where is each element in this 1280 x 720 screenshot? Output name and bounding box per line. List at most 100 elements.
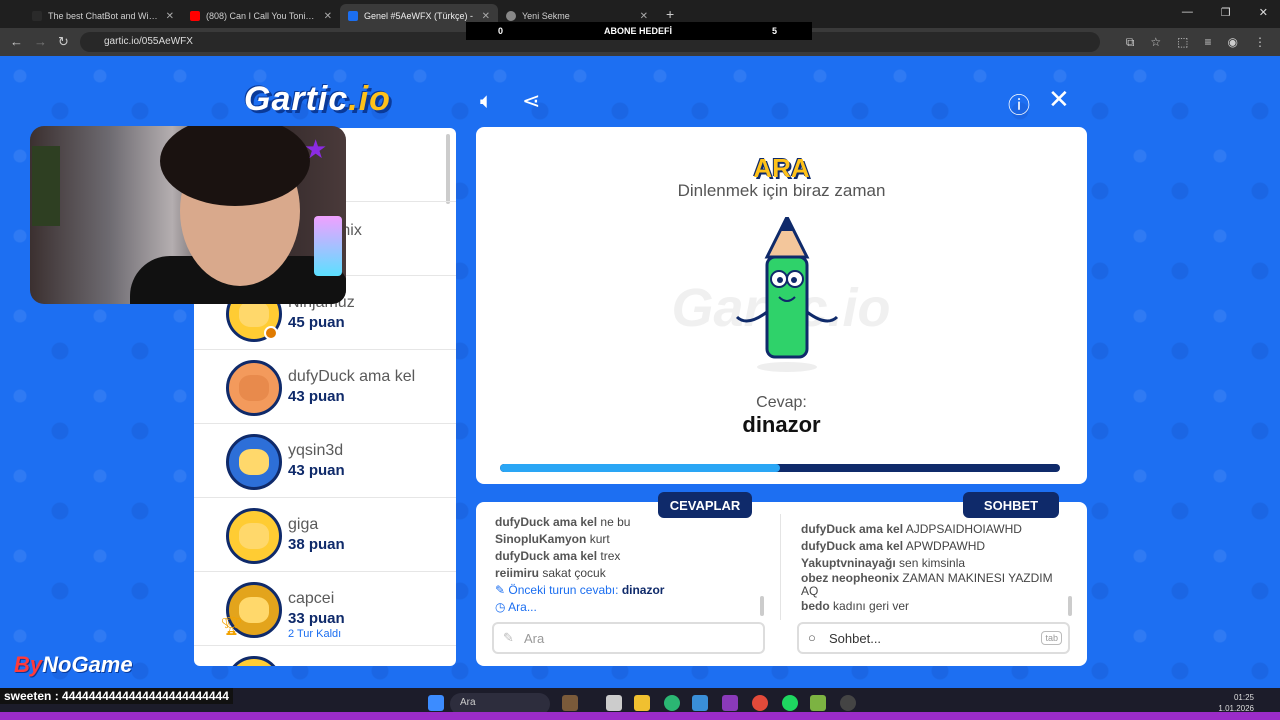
rgb-lamp bbox=[314, 216, 342, 276]
bookmark-star-icon[interactable]: ☆ bbox=[1150, 35, 1161, 50]
close-window-icon[interactable]: ✕ bbox=[1259, 6, 1268, 19]
subscriber-goal-bar: 0 ABONE HEDEFİ 5 bbox=[466, 22, 812, 40]
player-row[interactable]: yqsin3d 43 puan bbox=[194, 424, 456, 498]
logo-suffix: .io bbox=[348, 80, 391, 118]
player-name: yqsin3d bbox=[288, 442, 344, 459]
player-score: 43 puan bbox=[288, 388, 345, 405]
taskbar-search-label: Ara bbox=[460, 697, 476, 708]
speaker-icon[interactable]: 🔈︎ bbox=[480, 88, 493, 114]
obs-icon[interactable] bbox=[840, 695, 856, 711]
player-row[interactable]: dufyDuck ama kel 43 puan bbox=[194, 350, 456, 424]
reload-icon[interactable]: ↻ bbox=[58, 34, 69, 50]
player-row[interactable]: giga 38 puan bbox=[194, 498, 456, 572]
menu-icon[interactable]: ⋮ bbox=[1254, 35, 1266, 50]
answer-input-placeholder: Ara bbox=[524, 631, 545, 646]
browser-tab[interactable]: The best ChatBot and Widgets... ✕ bbox=[24, 4, 182, 28]
install-icon[interactable]: ⧉ bbox=[1126, 35, 1135, 50]
panel-divider bbox=[780, 514, 781, 620]
drawing-board[interactable]: ARA Dinlenmek için biraz zaman Gartic.io… bbox=[476, 127, 1087, 484]
close-room-icon[interactable]: ✕ bbox=[1048, 84, 1070, 115]
tab-favicon-icon bbox=[32, 11, 42, 21]
app-icon[interactable] bbox=[810, 695, 826, 711]
file-explorer-icon[interactable] bbox=[634, 695, 650, 711]
goal-current: 0 bbox=[498, 26, 504, 36]
answer-value: dinazor bbox=[742, 412, 821, 437]
round-timer-bar bbox=[500, 464, 1060, 472]
answer-input[interactable]: ✎ Ara bbox=[492, 622, 765, 654]
extensions-icon[interactable]: ⬚ bbox=[1177, 35, 1188, 50]
clock-icon: ◷ bbox=[495, 600, 506, 614]
browser-tab[interactable]: (808) Can I Call You Tonight? - \ ✕ bbox=[182, 4, 340, 28]
tab-answers[interactable]: CEVAPLAR bbox=[658, 492, 752, 518]
window-controls: — ❐ ✕ bbox=[1182, 6, 1268, 19]
reading-list-icon[interactable]: ≡ bbox=[1205, 35, 1212, 50]
chat-input-placeholder: Sohbet... bbox=[829, 631, 882, 646]
player-name: giga bbox=[288, 516, 319, 533]
player-avatar bbox=[226, 360, 282, 416]
poster bbox=[32, 146, 60, 226]
minimize-icon[interactable]: — bbox=[1182, 6, 1193, 19]
player-name: dufyDuck ama kel bbox=[288, 368, 416, 385]
url-text: gartic.io/055AeWFX bbox=[104, 36, 193, 47]
chrome-icon[interactable] bbox=[752, 695, 768, 711]
answer-message: reiimiru sakat çocuk bbox=[495, 566, 606, 580]
previous-answer: ✎ Önceki turun cevabı: dinazor bbox=[495, 583, 665, 597]
gartic-logo[interactable]: Gartic.io bbox=[244, 80, 391, 119]
task-view-icon[interactable] bbox=[606, 695, 622, 711]
chat-message: dufyDuck ama kel AJDPSAIDHOIAWHD bbox=[801, 522, 1022, 536]
globe-favicon-icon bbox=[506, 11, 516, 21]
close-tab-icon[interactable]: ✕ bbox=[482, 11, 490, 22]
turns-left: 2 Tur Kaldı bbox=[288, 628, 342, 640]
spotify-icon[interactable] bbox=[782, 695, 798, 711]
player-score: 45 puan bbox=[288, 314, 345, 331]
status-dot-icon bbox=[264, 326, 278, 340]
chat-scrollbar[interactable] bbox=[1068, 596, 1072, 616]
star-icon: ★ bbox=[304, 134, 328, 164]
store-icon[interactable] bbox=[692, 695, 708, 711]
maximize-icon[interactable]: ❐ bbox=[1221, 6, 1231, 19]
status-message: ◷ Ara... bbox=[495, 600, 537, 614]
widgets-icon[interactable] bbox=[562, 695, 578, 711]
tab-chat[interactable]: SOHBET bbox=[963, 492, 1059, 518]
clock-time: 01:25 bbox=[1233, 693, 1254, 702]
share-icon[interactable]: ⋖ bbox=[522, 88, 540, 114]
player-avatar bbox=[226, 434, 282, 490]
pencil-icon: ✎ bbox=[503, 630, 514, 645]
tab-title: (808) Can I Call You Tonight? - \ bbox=[206, 11, 318, 21]
chat-list: dufyDuck ama kel AJDPSAIDHOIAWHD dufyDuc… bbox=[801, 521, 1063, 615]
round-timer-fill bbox=[500, 464, 780, 472]
app-icon[interactable] bbox=[722, 695, 738, 711]
round-heading: ARA bbox=[753, 153, 810, 183]
player-avatar bbox=[226, 508, 282, 564]
close-tab-icon[interactable]: ✕ bbox=[324, 11, 332, 22]
info-icon[interactable]: ⓘ bbox=[1008, 88, 1030, 120]
close-tab-icon[interactable]: ✕ bbox=[166, 11, 174, 22]
pencil-mascot-icon bbox=[735, 217, 839, 372]
goal-label: ABONE HEDEFİ bbox=[604, 26, 673, 36]
back-icon[interactable]: ← bbox=[10, 34, 23, 49]
trophy-icon: 🏆︎ bbox=[220, 616, 243, 636]
goal-target: 5 bbox=[772, 26, 778, 36]
player-row[interactable] bbox=[194, 646, 456, 666]
gartic-favicon-icon bbox=[348, 11, 358, 21]
player-avatar bbox=[226, 656, 282, 666]
stream-ticker: sweeten : 4444444444444444444444444 bbox=[0, 688, 233, 704]
answers-chat-panel: dufyDuck ama kel ne bu SinopluKamyon kur… bbox=[476, 502, 1087, 666]
chat-input[interactable]: ○ Sohbet... tab bbox=[797, 622, 1070, 654]
windows-start-icon[interactable] bbox=[428, 695, 444, 711]
player-row[interactable]: 🏆︎ capcei 33 puan 2 Tur Kaldı bbox=[194, 572, 456, 646]
answers-list: dufyDuck ama kel ne bu SinopluKamyon kur… bbox=[495, 514, 664, 616]
chat-message: Yakuptvninayağı sen kimsinla bbox=[801, 556, 966, 570]
profile-icon[interactable]: ◉ bbox=[1228, 35, 1238, 50]
new-tab-icon[interactable]: + bbox=[666, 6, 674, 22]
system-clock[interactable]: 01:25 1.01.2026 bbox=[1218, 692, 1254, 714]
edge-icon[interactable] bbox=[664, 695, 680, 711]
player-name: capcei bbox=[288, 590, 335, 607]
tab-title: The best ChatBot and Widgets... bbox=[48, 11, 160, 21]
tab-title: Yeni Sekme bbox=[522, 11, 570, 21]
answer-message: dufyDuck ama kel trex bbox=[495, 549, 621, 563]
forward-icon[interactable]: → bbox=[34, 34, 47, 49]
chat-message: bedo kadını geri ver bbox=[801, 599, 910, 613]
close-tab-icon[interactable]: ✕ bbox=[640, 11, 648, 22]
answers-scrollbar[interactable] bbox=[760, 596, 764, 616]
